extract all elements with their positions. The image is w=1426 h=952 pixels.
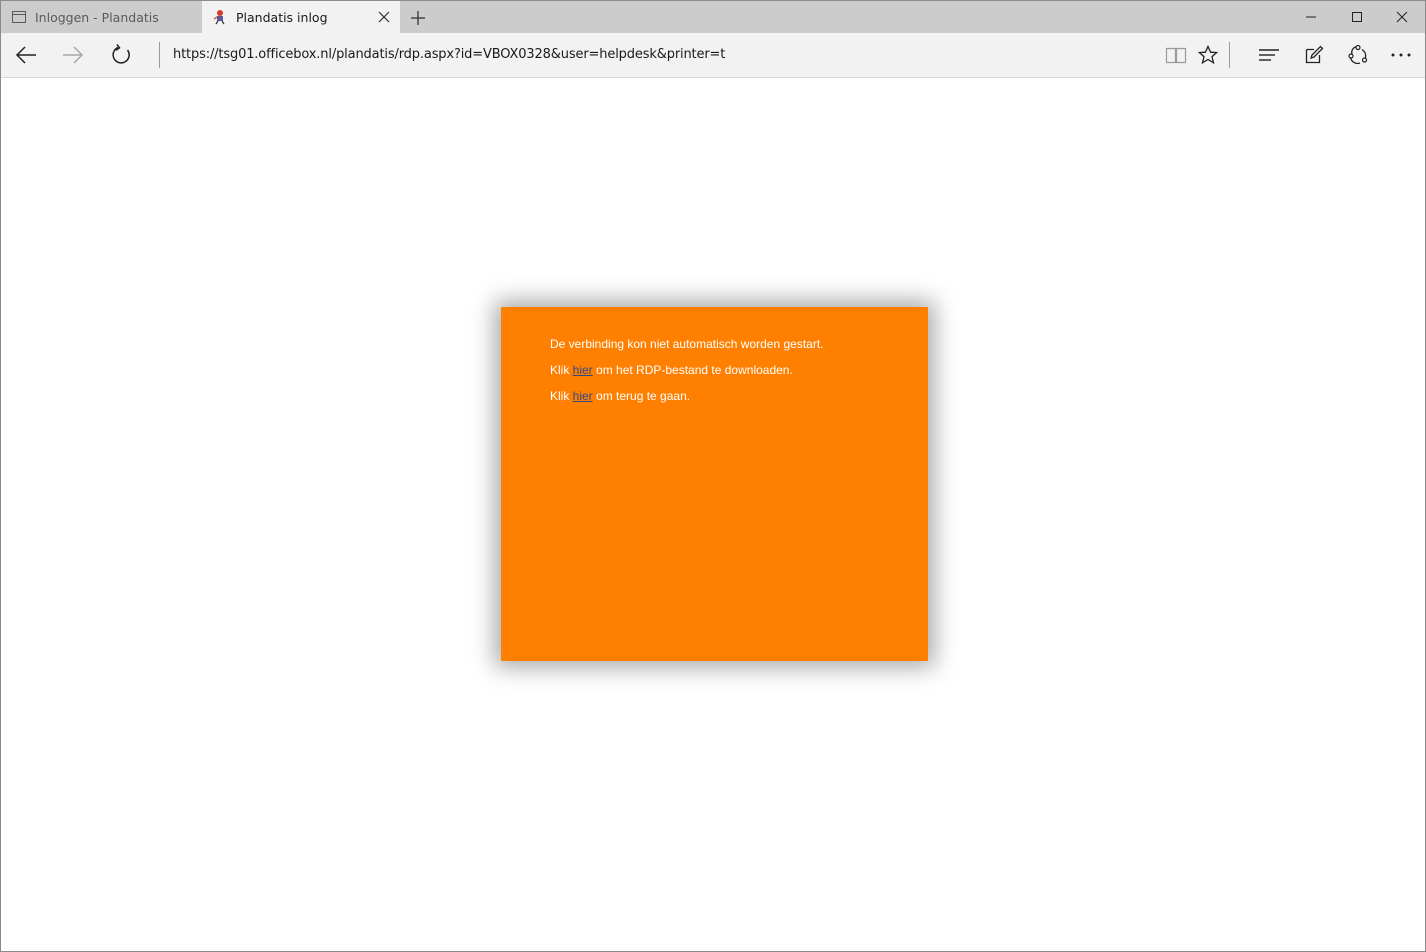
connection-error-message: De verbinding kon niet automatisch worde… [550,337,824,351]
connection-message-panel: De verbinding kon niet automatisch worde… [501,307,928,661]
close-icon[interactable] [376,9,392,25]
browser-window: Inloggen - Plandatis Plandatis inlog htt… [0,0,1426,952]
tab-title: Plandatis inlog [236,9,328,25]
pen-icon[interactable] [1299,41,1329,69]
navigation-bar: https://tsg01.officebox.nl/plandatis/rdp… [1,33,1425,78]
arrow-left-icon[interactable] [11,41,41,69]
tab-strip: Inloggen - Plandatis Plandatis inlog [1,1,1425,33]
more-icon[interactable] [1386,41,1416,69]
address-input[interactable]: https://tsg01.officebox.nl/plandatis/rdp… [173,47,725,62]
arrow-right-icon[interactable] [58,41,88,69]
tab-title: Inloggen - Plandatis [35,9,159,25]
share-icon[interactable] [1343,41,1373,69]
window-close-icon[interactable] [1379,1,1425,33]
plus-icon[interactable] [407,7,429,29]
tab-inloggen-plandatis[interactable]: Inloggen - Plandatis [1,1,201,33]
hub-icon[interactable] [1254,41,1284,69]
page-icon [11,9,27,25]
plandatis-favicon [212,9,228,25]
refresh-icon[interactable] [106,41,136,69]
book-icon[interactable] [1161,41,1191,69]
maximize-icon[interactable] [1334,1,1380,33]
download-rdp-link[interactable]: hier [573,363,593,377]
go-back-link[interactable]: hier [573,389,593,403]
page-content: De verbinding kon niet automatisch worde… [1,78,1425,951]
address-separator [159,42,160,68]
star-icon[interactable] [1193,41,1223,69]
tab-plandatis-inlog[interactable]: Plandatis inlog [202,1,400,33]
go-back-line: Klik hier om terug te gaan. [550,389,691,403]
download-rdp-line: Klik hier om het RDP-bestand te download… [550,363,793,377]
toolbar-separator [1229,42,1230,68]
minimize-icon[interactable] [1288,1,1334,33]
